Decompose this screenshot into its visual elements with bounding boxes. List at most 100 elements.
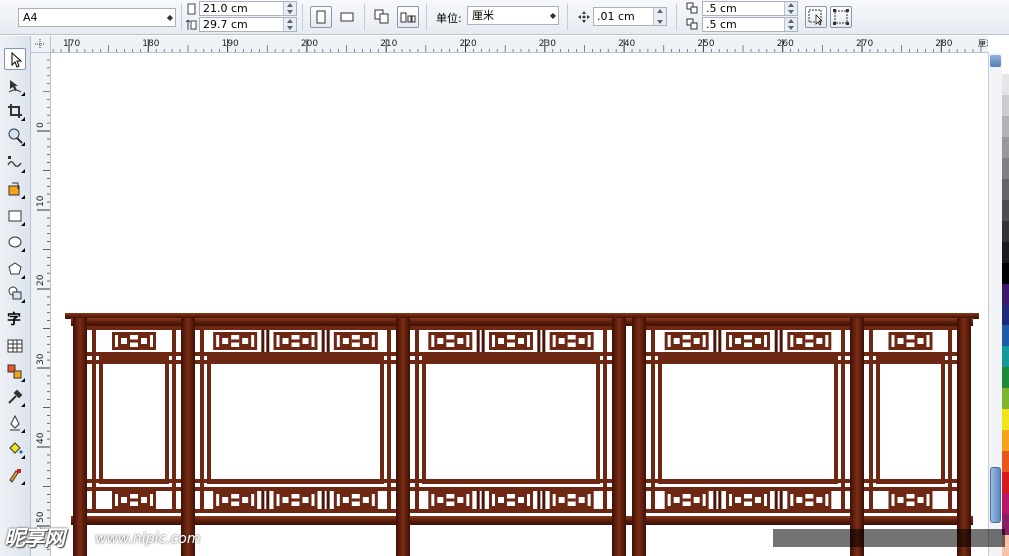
treat-as-filled-button[interactable] — [805, 6, 827, 28]
duplicate-distance-y-value: .5 cm — [706, 18, 737, 31]
fill-tool[interactable] — [4, 438, 26, 460]
page-width-field[interactable]: 21.0 cm — [199, 1, 297, 16]
lattice-motif-square — [219, 494, 232, 506]
text-tool[interactable]: 字 — [4, 308, 26, 330]
color-swatch[interactable] — [1002, 94, 1009, 117]
lattice-divider — [537, 330, 541, 352]
panel-frame — [658, 356, 838, 484]
color-swatch[interactable] — [1002, 472, 1009, 494]
landscape-button[interactable] — [336, 6, 358, 28]
color-swatch[interactable] — [1002, 73, 1009, 96]
units-select[interactable]: 厘米 ◆ — [467, 6, 559, 25]
lattice-motif-bar — [291, 339, 300, 343]
lattice-motif-square — [495, 494, 507, 506]
color-swatch[interactable] — [1002, 304, 1009, 326]
lattice-motif-bar — [906, 339, 915, 343]
color-swatch[interactable] — [1002, 53, 1009, 75]
polygon-tool[interactable] — [4, 258, 26, 280]
nudge-icon — [578, 11, 590, 23]
lattice-rail — [864, 487, 957, 491]
all-pages-button[interactable] — [371, 6, 393, 28]
color-palette[interactable] — [1002, 53, 1009, 556]
railing-drawing[interactable] — [51, 54, 988, 556]
color-swatch[interactable] — [1002, 220, 1009, 243]
current-page-button[interactable] — [397, 6, 419, 28]
shape-tool[interactable] — [4, 75, 26, 97]
basic-shapes-tool[interactable] — [4, 282, 26, 304]
color-swatch[interactable] — [1002, 178, 1009, 201]
zoom-tool[interactable] — [4, 125, 26, 147]
outline-pen-tool[interactable] — [4, 412, 26, 434]
duplicate-distance-y-stepper[interactable] — [784, 18, 797, 31]
smart-fill-tool[interactable] — [4, 178, 26, 200]
color-swatch[interactable] — [1002, 136, 1009, 159]
railing-post — [73, 318, 87, 556]
color-swatch[interactable] — [1002, 451, 1009, 473]
vertical-scrollbar[interactable] — [988, 53, 1002, 556]
page-height-stepper[interactable] — [283, 18, 296, 31]
horizontal-ruler[interactable]: 170 180 190 200 210 220 230 240 250 260 270 280 厘米 — [51, 36, 988, 53]
lattice-motif-square — [575, 494, 588, 506]
freehand-tool[interactable] — [4, 152, 26, 174]
duplicate-distance-x-field[interactable]: .5 cm — [702, 1, 798, 16]
lattice-divider — [261, 330, 265, 352]
color-swatch[interactable] — [1002, 262, 1009, 285]
color-swatch[interactable] — [1002, 409, 1009, 431]
ruler-label: 20 — [36, 274, 46, 286]
rectangle-tool[interactable] — [4, 205, 26, 227]
color-swatch[interactable] — [1002, 430, 1009, 452]
watermark-logo: 昵享网 — [4, 526, 65, 550]
interactive-fill-tool[interactable] — [4, 464, 26, 486]
color-swatch[interactable] — [1002, 283, 1009, 305]
color-swatch[interactable] — [1002, 346, 1009, 368]
ruler-label: 270 — [856, 39, 873, 49]
color-swatch[interactable] — [1002, 367, 1009, 389]
table-tool-icon — [7, 339, 23, 353]
scroll-up-button[interactable] — [990, 55, 1001, 67]
lattice-motif-bar — [744, 498, 752, 502]
color-swatch[interactable] — [1002, 493, 1009, 515]
duplicate-distance-y-field[interactable]: .5 cm — [702, 17, 798, 32]
lattice-motif-square — [670, 335, 683, 347]
ruler-origin[interactable] — [31, 36, 51, 53]
nudge-value: .01 cm — [597, 10, 635, 23]
nudge-field[interactable]: .01 cm — [593, 7, 667, 26]
pick-tool[interactable] — [4, 48, 26, 70]
drawing-canvas[interactable] — [51, 54, 988, 556]
color-swatch[interactable] — [1002, 388, 1009, 410]
railing-group — [65, 313, 979, 556]
color-swatch[interactable] — [1002, 199, 1009, 222]
table-tool[interactable] — [4, 335, 26, 357]
lattice-motif-square — [670, 494, 683, 506]
lattice-rail — [864, 509, 957, 513]
portrait-button[interactable] — [310, 6, 332, 28]
page-height-field[interactable]: 29.7 cm — [199, 17, 297, 32]
fit-to-page-button[interactable] — [830, 6, 852, 28]
paper-size-select[interactable]: A4 ◆ — [18, 8, 176, 27]
lattice-rail — [87, 487, 181, 491]
vertical-ruler[interactable]: 0 10 20 30 40 50 — [31, 53, 51, 556]
page-width-stepper[interactable] — [283, 2, 296, 15]
ruler-label: 170 — [63, 39, 80, 49]
duplicate-distance-x-stepper[interactable] — [784, 2, 797, 15]
scroll-thumb[interactable] — [990, 467, 1001, 523]
nudge-stepper[interactable] — [653, 8, 666, 25]
lattice-stile — [603, 330, 607, 513]
lattice-motif-bar — [682, 339, 691, 343]
lattice-divider — [713, 491, 717, 509]
color-swatch[interactable] — [1002, 157, 1009, 180]
page-width-value: 21.0 cm — [203, 2, 248, 15]
eyedropper-tool[interactable] — [4, 386, 26, 408]
lattice-rail — [646, 326, 850, 330]
color-swatch[interactable] — [1002, 115, 1009, 138]
lattice-rail — [646, 487, 850, 491]
ellipse-tool[interactable] — [4, 231, 26, 253]
lattice-motif-bar — [291, 498, 300, 502]
interactive-blend-tool[interactable] — [4, 361, 26, 383]
color-swatch[interactable] — [1002, 241, 1009, 264]
crop-tool[interactable] — [4, 100, 26, 122]
lattice-motif-square — [359, 335, 372, 347]
ruler-label: 260 — [777, 39, 794, 49]
color-swatch[interactable] — [1002, 325, 1009, 347]
lattice-rail — [195, 326, 396, 330]
